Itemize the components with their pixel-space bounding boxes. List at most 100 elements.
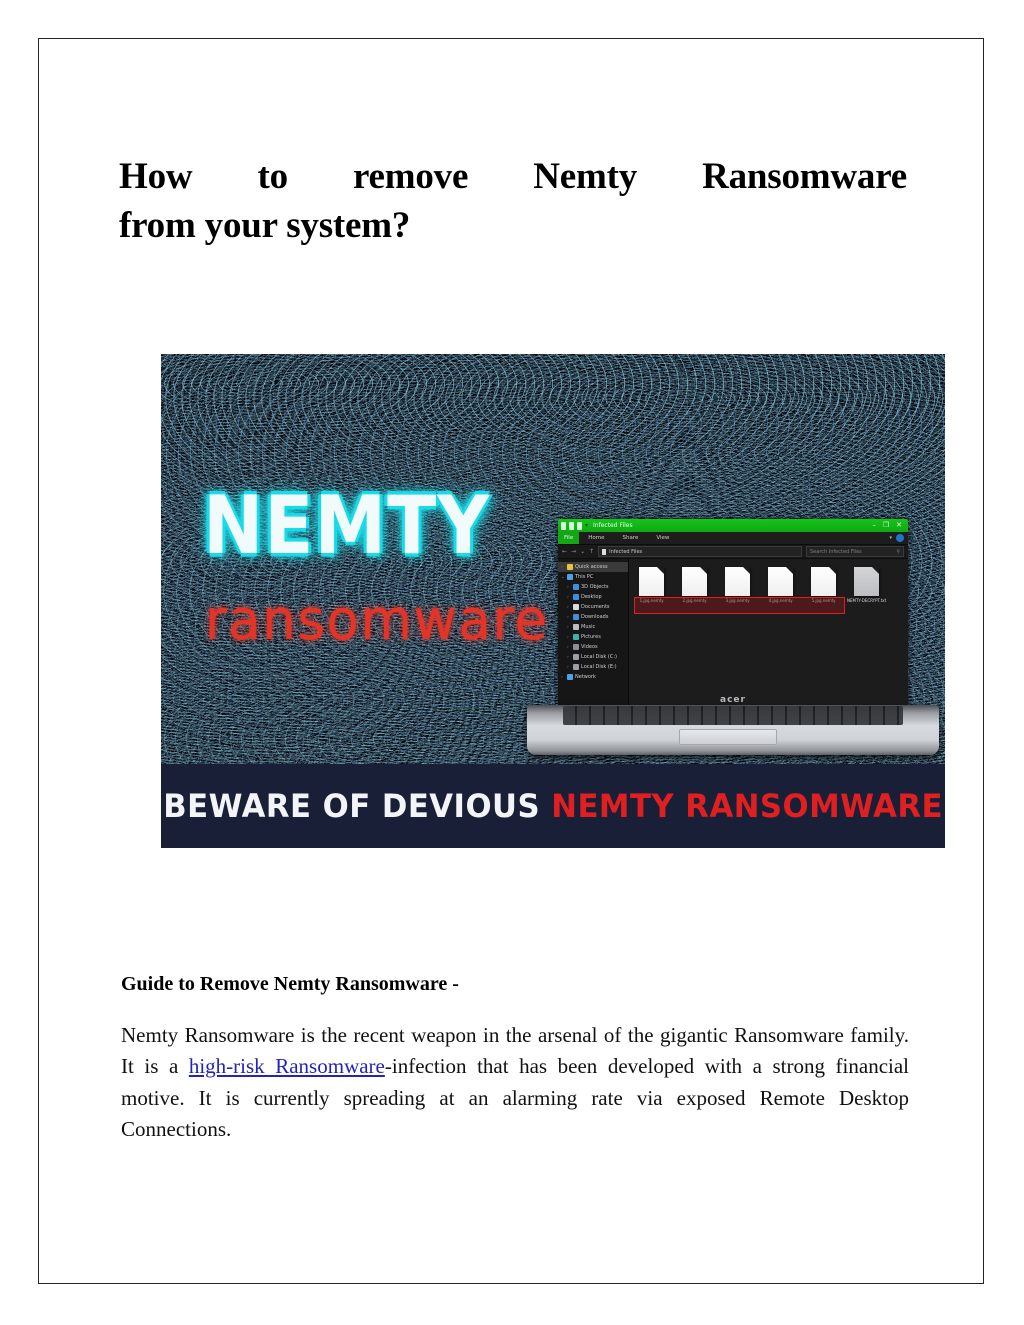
up-button[interactable]: ↑ <box>589 548 594 555</box>
nav-item-local-disk-e[interactable]: › Local Disk (E:) <box>558 662 628 672</box>
chevron-icon[interactable]: ⌄ <box>561 575 565 580</box>
nav-item-3d-objects[interactable]: › 3D Objects <box>558 582 628 592</box>
encrypted-file-icon <box>768 567 793 596</box>
close-button[interactable]: ✕ <box>896 522 902 529</box>
nav-item-label: Local Disk (E:) <box>581 664 617 670</box>
hero-image: NEMTY ransomware ▾ Infected Files – ❐ ✕ … <box>161 354 945 848</box>
chevron-icon[interactable]: › <box>567 595 571 600</box>
file-item[interactable]: 5.jpg.nemty <box>809 567 838 603</box>
laptop-base <box>527 705 939 755</box>
text-file-icon <box>854 567 879 596</box>
nav-item-network[interactable]: › Network <box>558 672 628 682</box>
desk-icon <box>573 594 579 600</box>
search-placeholder-text: Search Infected Files <box>810 548 862 555</box>
nav-item-label: Videos <box>581 644 598 650</box>
help-icon[interactable] <box>896 534 904 542</box>
explorer-address-bar: ← → ⌄ ↑ Infected Files Search Infected F… <box>558 545 908 559</box>
disk-icon <box>573 664 579 670</box>
pc-icon <box>567 574 573 580</box>
ribbon-right-controls: ▾ <box>889 534 908 542</box>
net-icon <box>567 674 573 680</box>
file-item[interactable]: 4.jpg.nemty <box>766 567 795 603</box>
back-button[interactable]: ← <box>562 548 567 555</box>
explorer-newfolder-icon[interactable] <box>569 521 574 530</box>
search-input[interactable]: Search Infected Files ⚲ <box>806 546 904 557</box>
nav-item-desktop[interactable]: › Desktop <box>558 592 628 602</box>
explorer-pin-icon[interactable] <box>561 521 566 530</box>
high-risk-ransomware-link[interactable]: high-risk Ransomware <box>189 1054 385 1078</box>
pics-icon <box>573 634 579 640</box>
nav-item-this-pc[interactable]: ⌄ This PC <box>558 572 628 582</box>
file-label: 3.jpg.nemty <box>725 598 750 603</box>
page-title-line-1: How to remove Nemty Ransomware <box>119 155 907 197</box>
file-item[interactable]: 3.jpg.nemty <box>723 567 752 603</box>
nav-item-downloads[interactable]: › Downloads <box>558 612 628 622</box>
nav-item-label: Music <box>581 624 596 630</box>
page-title: How to remove Nemty Ransomware from your… <box>119 152 907 250</box>
maximize-button[interactable]: ❐ <box>883 522 889 529</box>
nav-item-videos[interactable]: › Videos <box>558 642 628 652</box>
nav-item-label: Quick access <box>575 564 608 570</box>
file-label: 5.jpg.nemty <box>811 598 836 603</box>
address-path-field[interactable]: Infected Files <box>598 546 802 557</box>
chevron-icon[interactable]: › <box>567 655 571 660</box>
nav-item-label: This PC <box>575 574 594 580</box>
nav-item-label: Network <box>575 674 596 680</box>
page-content-column: How to remove Nemty Ransomware from your… <box>119 39 945 1283</box>
nav-item-pictures[interactable]: › Pictures <box>558 632 628 642</box>
explorer-window-title: Infected Files <box>593 522 633 529</box>
chevron-icon[interactable]: › <box>561 565 565 570</box>
hero-banner-text: BEWARE OF DEVIOUS NEMTY RANSOMWARE <box>163 787 943 825</box>
nav-item-quick-access[interactable]: › Quick access <box>558 562 628 572</box>
explorer-file-area: 1.jpg.nemty 2.jpg.nemty 3.jpg.nemty 4.jpg.n… <box>629 559 908 707</box>
3d-icon <box>573 584 579 590</box>
nemty-wordmark: NEMTY <box>203 478 491 573</box>
file-list: 1.jpg.nemty 2.jpg.nemty 3.jpg.nemty 4.jpg.n… <box>634 567 908 614</box>
file-item[interactable]: 2.jpg.nemty <box>680 567 709 603</box>
ransomware-wordmark: ransomware <box>205 588 549 653</box>
disk-icon <box>573 654 579 660</box>
chevron-icon[interactable]: › <box>567 605 571 610</box>
chevron-icon[interactable]: › <box>567 665 571 670</box>
nav-item-label: Local Disk (C:) <box>581 654 617 660</box>
file-label: 2.jpg.nemty <box>682 598 707 603</box>
recent-locations-button[interactable]: ⌄ <box>580 548 585 555</box>
file-item[interactable]: 1.jpg.nemty <box>637 567 666 603</box>
hero-banner: BEWARE OF DEVIOUS NEMTY RANSOMWARE <box>161 764 945 848</box>
tab-home[interactable]: Home <box>579 535 613 541</box>
explorer-properties-icon[interactable] <box>577 521 582 530</box>
vid-icon <box>573 644 579 650</box>
star-icon <box>567 564 573 570</box>
encrypted-file-icon <box>811 567 836 596</box>
chevron-icon[interactable]: › <box>567 635 571 640</box>
forward-button[interactable]: → <box>571 548 576 555</box>
explorer-quickaccess-chevron-icon[interactable]: ▾ <box>585 522 588 529</box>
nav-item-music[interactable]: › Music <box>558 622 628 632</box>
tab-share[interactable]: Share <box>613 535 647 541</box>
chevron-icon[interactable]: › <box>567 615 571 620</box>
explorer-window-controls: – ❐ ✕ <box>872 522 905 529</box>
minimize-button[interactable]: – <box>872 522 876 529</box>
doc-icon <box>573 604 579 610</box>
chevron-icon[interactable]: › <box>567 585 571 590</box>
nav-item-documents[interactable]: › Documents <box>558 602 628 612</box>
chevron-icon[interactable]: › <box>567 625 571 630</box>
chevron-icon[interactable]: › <box>561 675 565 680</box>
nav-item-local-disk-c[interactable]: › Local Disk (C:) <box>558 652 628 662</box>
encrypted-file-icon <box>725 567 750 596</box>
file-explorer-window: ▾ Infected Files – ❐ ✕ File Home Share V… <box>558 519 908 707</box>
explorer-body: › Quick access ⌄ This PC › 3D Objects › Desktop… <box>558 559 908 707</box>
tab-file[interactable]: File <box>558 532 580 544</box>
banner-text-white: BEWARE OF DEVIOUS <box>163 787 552 825</box>
file-item[interactable]: NEMTY-DECRYPT.txt <box>847 567 886 603</box>
document-page: How to remove Nemty Ransomware from your… <box>38 38 984 1284</box>
nav-item-label: Downloads <box>581 614 609 620</box>
ribbon-expand-icon[interactable]: ▾ <box>889 535 892 541</box>
chevron-icon[interactable]: › <box>567 645 571 650</box>
nav-item-label: 3D Objects <box>581 584 609 590</box>
tab-view[interactable]: View <box>647 535 678 541</box>
laptop-illustration: ▾ Infected Files – ❐ ✕ File Home Share V… <box>527 519 939 772</box>
laptop-keyboard <box>563 706 903 725</box>
encrypted-file-icon <box>639 567 664 596</box>
nav-item-label: Documents <box>581 604 610 610</box>
